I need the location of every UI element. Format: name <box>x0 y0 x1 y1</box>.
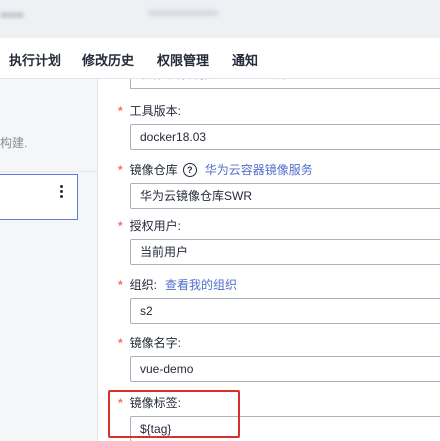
step-card[interactable] <box>0 174 78 220</box>
required-marker: * <box>118 218 123 233</box>
step-list-panel: 构建. <box>0 79 98 441</box>
field-label-text: 组织: <box>129 278 158 292</box>
field-label: * 授权用户: <box>118 217 181 234</box>
field-label: * 组织: 查看我的组织 <box>118 276 237 293</box>
image-tag-input[interactable]: ${tag} <box>130 416 440 441</box>
required-marker: * <box>118 335 123 350</box>
huawei-swr-link[interactable]: 华为云容器镜像服务 <box>205 161 313 178</box>
field-label: * 镜像仓库 ? 华为云容器镜像服务 <box>118 161 313 178</box>
tab-bar: 执行计划 修改历史 权限管理 通知 <box>0 38 440 79</box>
field-label-text: 镜像标签: <box>129 396 182 410</box>
required-marker: * <box>118 162 123 177</box>
tab-change-history[interactable]: 修改历史 <box>82 50 134 69</box>
field-label-text: 镜像仓库 <box>129 163 178 177</box>
organization-select[interactable]: s2 <box>130 298 440 324</box>
tab-permissions[interactable]: 权限管理 <box>157 50 209 69</box>
step-hint-text: 构建. <box>0 136 28 150</box>
help-icon[interactable]: ? <box>182 162 197 177</box>
image-repo-select[interactable]: 华为云镜像仓库SWR <box>130 183 440 209</box>
required-marker: * <box>118 277 123 292</box>
tab-notifications[interactable]: 通知 <box>232 50 258 69</box>
required-marker: * <box>118 103 123 118</box>
more-options-icon[interactable] <box>59 185 63 198</box>
tab-execution-plan[interactable]: 执行计划 <box>9 50 61 69</box>
image-name-input[interactable]: vue-demo <box>130 356 440 382</box>
field-label-text: 授权用户: <box>129 219 182 233</box>
field-label-text: 镜像名字: <box>129 336 182 350</box>
header-blur <box>148 10 218 16</box>
field-label-text: 工具版本: <box>129 104 182 118</box>
step-name-input[interactable]: 制作镜像并推送到SWR仓库 <box>130 79 440 89</box>
field-label: * 工具版本: <box>118 102 181 119</box>
tool-version-select[interactable]: docker18.03 <box>130 124 440 150</box>
required-marker: * <box>118 395 123 410</box>
field-label: * 镜像名字: <box>118 334 181 351</box>
top-header-strip <box>0 0 440 38</box>
view-my-orgs-link[interactable]: 查看我的组织 <box>165 276 237 293</box>
authorized-user-select[interactable]: 当前用户 <box>130 239 440 265</box>
field-label: * 镜像标签: <box>118 394 181 411</box>
divider <box>0 171 97 172</box>
step-config-form: 制作镜像并推送到SWR仓库 * 工具版本: docker18.03 * 镜像仓库… <box>98 79 440 441</box>
header-blur <box>0 12 24 18</box>
